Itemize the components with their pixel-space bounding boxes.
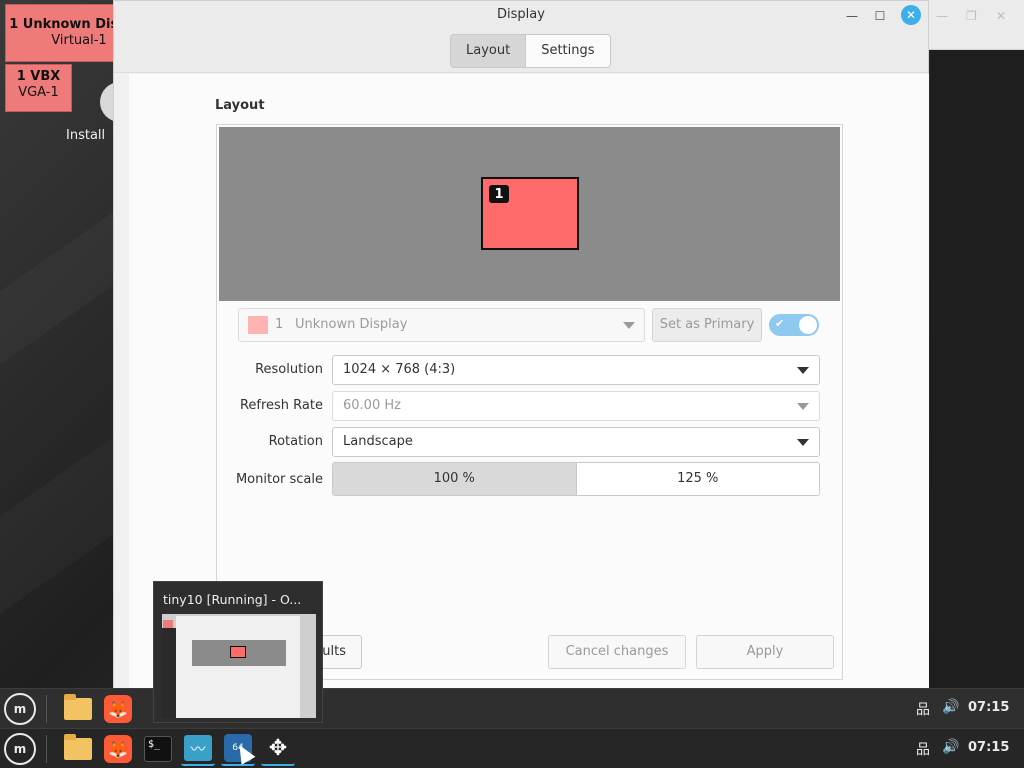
scale-option-125[interactable]: 125 %: [576, 463, 819, 495]
minimize-icon[interactable]: —: [936, 9, 950, 23]
view-switcher: Layout Settings: [450, 34, 611, 68]
firefox-launcher[interactable]: 🦊: [101, 732, 135, 766]
display-select[interactable]: 1 Unknown Display: [238, 308, 645, 342]
thumb-monitor: [230, 646, 246, 658]
thumb-window: [176, 616, 300, 718]
window-title: Display: [497, 7, 545, 22]
chevron-down-icon: [797, 439, 809, 446]
mint-menu-icon[interactable]: m: [4, 733, 36, 765]
tab-settings[interactable]: Settings: [526, 35, 609, 67]
folder-icon: [64, 694, 92, 720]
rotation-value: Landscape: [343, 434, 413, 449]
terminal-icon: $_: [144, 736, 172, 762]
window-preview-title: tiny10 [Running] - O...: [163, 592, 302, 607]
system-monitor-icon: 〰: [184, 735, 212, 761]
firefox-launcher[interactable]: 🦊: [101, 692, 135, 726]
thumb-label: [163, 620, 173, 628]
firefox-icon: 🦊: [104, 695, 132, 723]
monitor-scale-label: Monitor scale: [235, 472, 323, 487]
display-id-subtitle: VGA-1: [18, 85, 59, 100]
restore-icon[interactable]: ❐: [966, 9, 980, 23]
refresh-rate-label: Refresh Rate: [239, 398, 323, 413]
files-launcher[interactable]: [61, 692, 95, 726]
section-title: Layout: [215, 98, 265, 113]
install-label[interactable]: Install: [66, 128, 105, 143]
monitor-tile[interactable]: 1: [481, 177, 579, 250]
cancel-changes-button[interactable]: Cancel changes: [548, 635, 686, 669]
resolution-select[interactable]: 1024 × 768 (4:3): [332, 355, 820, 385]
maximize-icon[interactable]: ☐: [871, 7, 889, 25]
monitor-scale-switcher: 100 % 125 %: [332, 462, 820, 496]
background-window-body: [930, 50, 1024, 700]
resolution-label: Resolution: [255, 362, 323, 377]
thumb-desktop: [162, 628, 176, 718]
taskbar-panel-lower: m 🦊 $_ 〰 64 ✥ 品 🔊 07:15: [0, 728, 1024, 768]
files-launcher[interactable]: [61, 732, 95, 766]
chevron-down-icon: [623, 322, 635, 329]
clock[interactable]: 07:15: [968, 700, 1009, 715]
network-icon[interactable]: 品: [916, 699, 930, 719]
move-tool-task[interactable]: ✥: [261, 732, 295, 766]
rotation-label: Rotation: [268, 434, 323, 449]
display-id-label-vbx: 1 VBX VGA-1: [5, 64, 72, 112]
minimize-icon[interactable]: —: [843, 7, 861, 25]
monitor-arrangement-area[interactable]: 1: [219, 127, 840, 301]
chevron-down-icon: [797, 367, 809, 374]
window-titlebar[interactable]: Display — ☐ ✕ Layout Settings: [114, 1, 928, 73]
check-icon: ✔: [775, 317, 785, 330]
panel-separator: [46, 735, 47, 763]
resolution-value: 1024 × 768 (4:3): [343, 362, 456, 377]
volume-icon[interactable]: 🔊: [942, 739, 959, 755]
refresh-rate-select[interactable]: 60.00 Hz: [332, 391, 820, 421]
rotation-select[interactable]: Landscape: [332, 427, 820, 457]
folder-icon: [64, 734, 92, 760]
display-enabled-toggle[interactable]: ✔: [769, 314, 819, 336]
close-button[interactable]: ✕: [901, 5, 921, 25]
system-monitor-task[interactable]: 〰: [181, 732, 215, 766]
close-icon[interactable]: ✕: [996, 9, 1010, 23]
display-color-swatch: [248, 316, 268, 334]
terminal-launcher[interactable]: $_: [141, 732, 175, 766]
firefox-icon: 🦊: [104, 735, 132, 763]
display-select-name: Unknown Display: [295, 317, 408, 332]
window-preview-thumbnail[interactable]: [162, 614, 316, 718]
volume-icon[interactable]: 🔊: [942, 699, 959, 715]
mint-menu-icon[interactable]: m: [4, 693, 36, 725]
move-arrows-icon: ✥: [268, 735, 288, 761]
toggle-knob: [799, 316, 817, 334]
display-select-number: 1: [275, 317, 284, 332]
background-window-titlebar: — ❐ ✕: [914, 0, 1024, 50]
network-icon[interactable]: 品: [916, 739, 930, 759]
clock[interactable]: 07:15: [968, 740, 1009, 755]
panel-separator: [46, 695, 47, 723]
window-preview-popup[interactable]: tiny10 [Running] - O...: [153, 581, 323, 723]
apply-button[interactable]: Apply: [696, 635, 834, 669]
tab-layout[interactable]: Layout: [451, 35, 527, 67]
chevron-down-icon: [797, 403, 809, 410]
refresh-rate-value: 60.00 Hz: [343, 398, 401, 413]
monitor-number: 1: [489, 185, 509, 203]
display-id-title: 1 VBX: [16, 69, 61, 84]
scale-option-100[interactable]: 100 %: [333, 463, 577, 495]
set-as-primary-button[interactable]: Set as Primary: [652, 308, 762, 342]
